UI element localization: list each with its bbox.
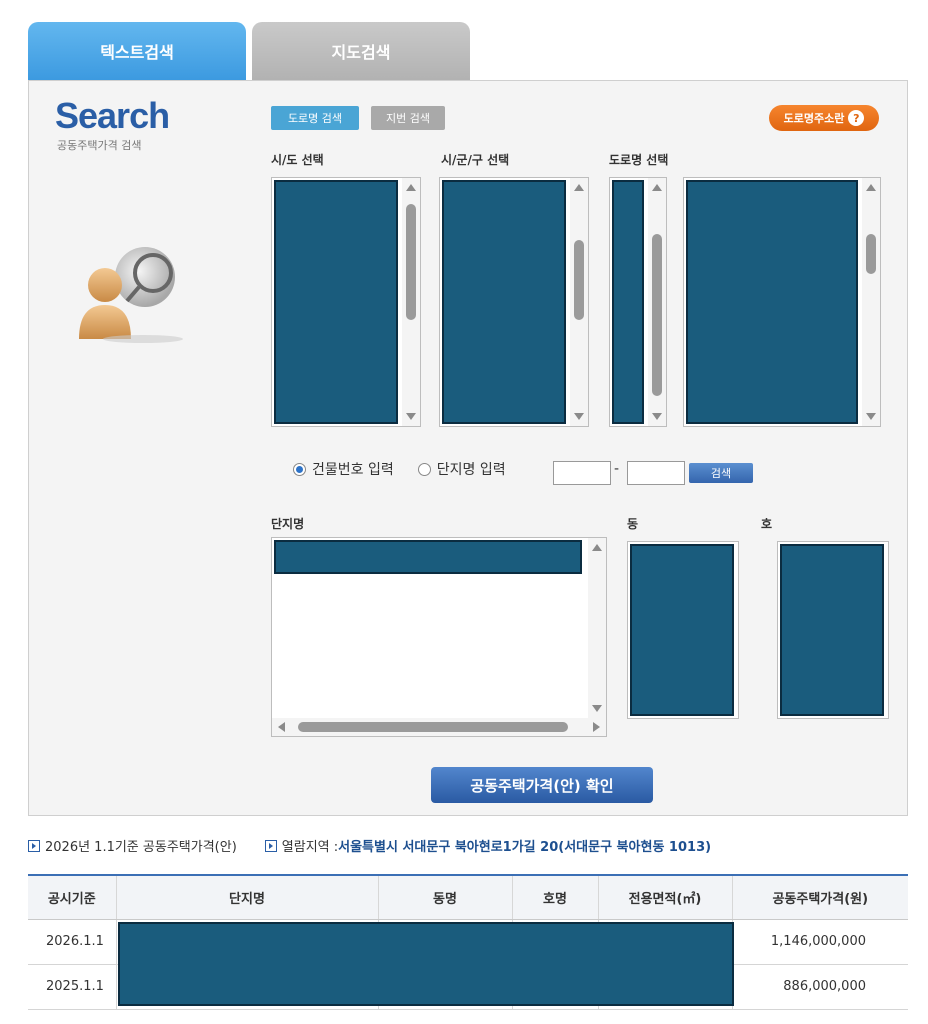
complex-listbox[interactable] [271,537,607,737]
building-sub-number-input[interactable] [627,461,685,485]
scroll-down-icon[interactable] [592,705,602,712]
road-name-scrollbar[interactable] [862,178,880,426]
search-mode-radio-group: 건물번호 입력 단지명 입력 [293,459,530,479]
search-logo: Search [55,95,170,136]
question-icon: ? [848,110,865,126]
bullet-arrow-icon [264,839,277,852]
road-label: 도로명 선택 [609,153,669,167]
result-base-text: 2026년 1.1기준 공동주택가격(안) [45,840,237,855]
ho-list-redacted [780,544,884,716]
sido-listbox[interactable] [271,177,421,427]
bullet-arrow-icon [28,839,40,852]
result-region-label: 열람지역 : [281,840,339,855]
radio-off-icon[interactable] [417,462,431,476]
scroll-thumb[interactable] [866,234,876,274]
scroll-down-icon[interactable] [652,413,662,420]
sigungu-label: 시/군/구 선택 [441,153,510,167]
header-complex-name: 단지명 [116,874,379,920]
ho-listbox[interactable] [777,541,889,719]
table-header-row: 공시기준 단지명 동명 호명 전용면적(㎡) 공동주택가격(원) [28,874,908,920]
tab-map-search[interactable]: 지도검색 [252,22,470,80]
scroll-thumb[interactable] [406,204,416,320]
header-area: 전용면적(㎡) [598,874,733,920]
radio-on-icon[interactable] [293,462,306,476]
road-name-listbox[interactable] [683,177,881,427]
header-base-date: 공시기준 [28,874,117,920]
number-search-button[interactable]: 검색 [689,463,753,483]
header-ho: 호명 [512,874,599,920]
scroll-down-icon[interactable] [866,413,876,420]
result-info-line: 2026년 1.1기준 공동주택가격(안) 열람지역 : 서울특별시 서대문구 … [28,836,739,855]
road-name-list-redacted [686,180,858,424]
radio-complex-name-label: 단지명 입력 [436,462,506,478]
scroll-up-icon[interactable] [406,184,416,191]
scroll-up-icon[interactable] [592,544,602,551]
complex-hscrollbar[interactable] [272,718,606,736]
number-separator: - [614,461,620,477]
scroll-thumb[interactable] [298,722,568,732]
road-address-guide-label: 도로명주소란 [783,112,845,125]
user-search-icon [73,239,193,349]
dong-listbox[interactable] [627,541,739,719]
row-price: 886,000,000 [732,964,908,1010]
radio-building-number[interactable]: 건물번호 입력 [293,459,394,479]
road-search-button[interactable]: 도로명 검색 [271,106,359,130]
building-main-number-input[interactable] [553,461,611,485]
scroll-left-icon[interactable] [278,722,285,732]
tab-text-search[interactable]: 텍스트검색 [28,22,246,80]
lot-search-button[interactable]: 지번 검색 [371,106,445,130]
scroll-thumb[interactable] [574,240,584,320]
header-dong: 동명 [378,874,513,920]
result-region-value: 서울특별시 서대문구 북아현로1가길 20(서대문구 북아현동 1013) [338,840,712,855]
road-initial-list-redacted [612,180,644,424]
scroll-right-icon[interactable] [593,722,600,732]
header-price: 공동주택가격(원) [732,874,908,920]
radio-complex-name[interactable]: 단지명 입력 [417,459,506,479]
dong-list-redacted [630,544,734,716]
road-initial-listbox[interactable] [609,177,667,427]
row-price: 1,146,000,000 [732,919,908,965]
scroll-up-icon[interactable] [574,184,584,191]
complex-vscrollbar[interactable] [588,538,606,718]
table-redacted-block [118,922,734,1006]
row-base-date: 2025.1.1 [28,964,117,1010]
scroll-thumb[interactable] [652,234,662,396]
complex-selected-redacted [274,540,582,574]
scroll-up-icon[interactable] [652,184,662,191]
complex-label: 단지명 [271,517,305,531]
result-region-info: 열람지역 : 서울특별시 서대문구 북아현로1가길 20(서대문구 북아현동 1… [264,836,712,855]
search-panel: Search 공동주택가격 검색 도로명 검색 지번 검색 도로명주소란 ? 시… [28,80,908,816]
dong-label: 동 [627,517,639,531]
road-address-guide-button[interactable]: 도로명주소란 ? [769,105,879,131]
confirm-price-button[interactable]: 공동주택가격(안) 확인 [431,767,653,803]
sido-label: 시/도 선택 [271,153,324,167]
search-logo-subtitle: 공동주택가격 검색 [57,139,142,152]
row-base-date: 2026.1.1 [28,919,117,965]
scroll-down-icon[interactable] [406,413,416,420]
radio-building-number-label: 건물번호 입력 [312,462,394,478]
sido-list-redacted [274,180,398,424]
result-base-info: 2026년 1.1기준 공동주택가격(안) [28,836,237,855]
sido-scrollbar[interactable] [402,178,420,426]
sigungu-list-redacted [442,180,566,424]
scroll-up-icon[interactable] [866,184,876,191]
scroll-down-icon[interactable] [574,413,584,420]
sigungu-listbox[interactable] [439,177,589,427]
sigungu-scrollbar[interactable] [570,178,588,426]
road-initial-scrollbar[interactable] [648,178,666,426]
ho-label: 호 [761,517,773,531]
